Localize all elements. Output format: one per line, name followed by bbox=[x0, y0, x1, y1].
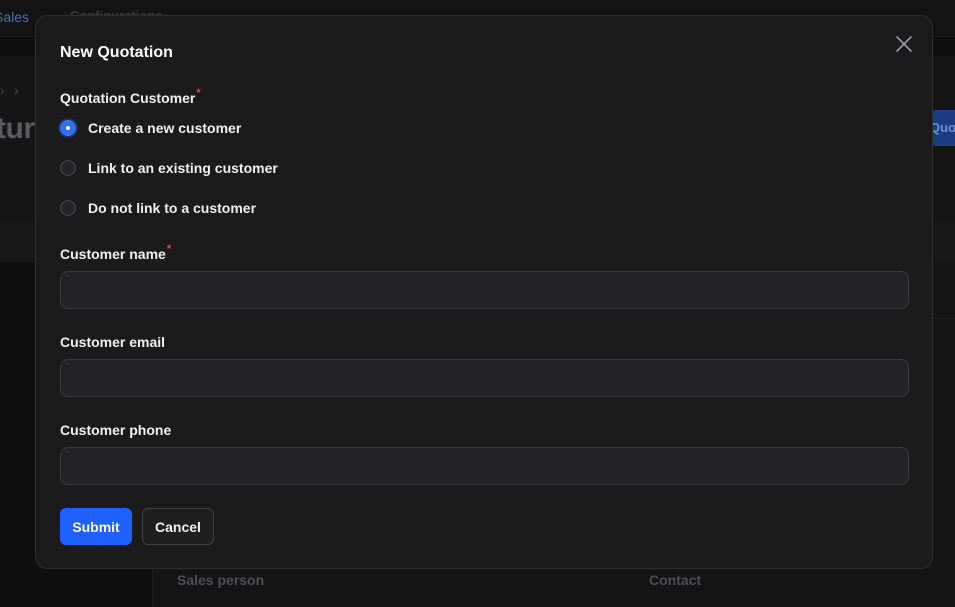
close-button[interactable] bbox=[893, 33, 915, 55]
contact-label: Contact bbox=[649, 572, 702, 588]
close-icon bbox=[896, 36, 912, 52]
radio-label-link-existing: Link to an existing customer bbox=[88, 160, 278, 176]
radio-label-create-new: Create a new customer bbox=[88, 120, 242, 136]
radio-do-not-link[interactable]: Do not link to a customer bbox=[60, 198, 256, 218]
customer-name-label: Customer name* bbox=[60, 243, 172, 262]
page-title: tur bbox=[0, 112, 35, 145]
required-mark: * bbox=[196, 87, 201, 99]
customer-email-label: Customer email bbox=[60, 334, 166, 350]
customer-phone-input[interactable] bbox=[60, 447, 909, 485]
radio-label-do-not-link: Do not link to a customer bbox=[88, 200, 257, 216]
quotation-customer-label-text: Quotation Customer bbox=[60, 90, 196, 106]
radio-create-new-customer[interactable]: Create a new customer bbox=[60, 118, 241, 138]
submit-button[interactable]: Submit bbox=[60, 508, 132, 545]
tab-sales[interactable]: Sales bbox=[0, 9, 29, 25]
radio-button[interactable] bbox=[60, 160, 76, 176]
radio-button-selected[interactable] bbox=[60, 120, 76, 136]
breadcrumb-chevron-icon: › bbox=[0, 82, 5, 98]
customer-name-input[interactable] bbox=[60, 271, 909, 309]
quotation-customer-label: Quotation Customer* bbox=[60, 87, 201, 106]
required-mark: * bbox=[166, 243, 172, 255]
customer-phone-label: Customer phone bbox=[60, 422, 172, 438]
customer-email-input[interactable] bbox=[60, 359, 909, 397]
sales-person-label: Sales person bbox=[177, 572, 265, 588]
cancel-button[interactable]: Cancel bbox=[142, 508, 214, 545]
customer-name-label-text: Customer name bbox=[60, 246, 166, 262]
new-quotation-dialog: New Quotation Quotation Customer* Create… bbox=[35, 15, 933, 569]
radio-button[interactable] bbox=[60, 200, 76, 216]
breadcrumb-chevron-right-icon: › bbox=[14, 82, 19, 98]
dialog-title: New Quotation bbox=[60, 44, 173, 61]
radio-link-existing-customer[interactable]: Link to an existing customer bbox=[60, 158, 278, 178]
